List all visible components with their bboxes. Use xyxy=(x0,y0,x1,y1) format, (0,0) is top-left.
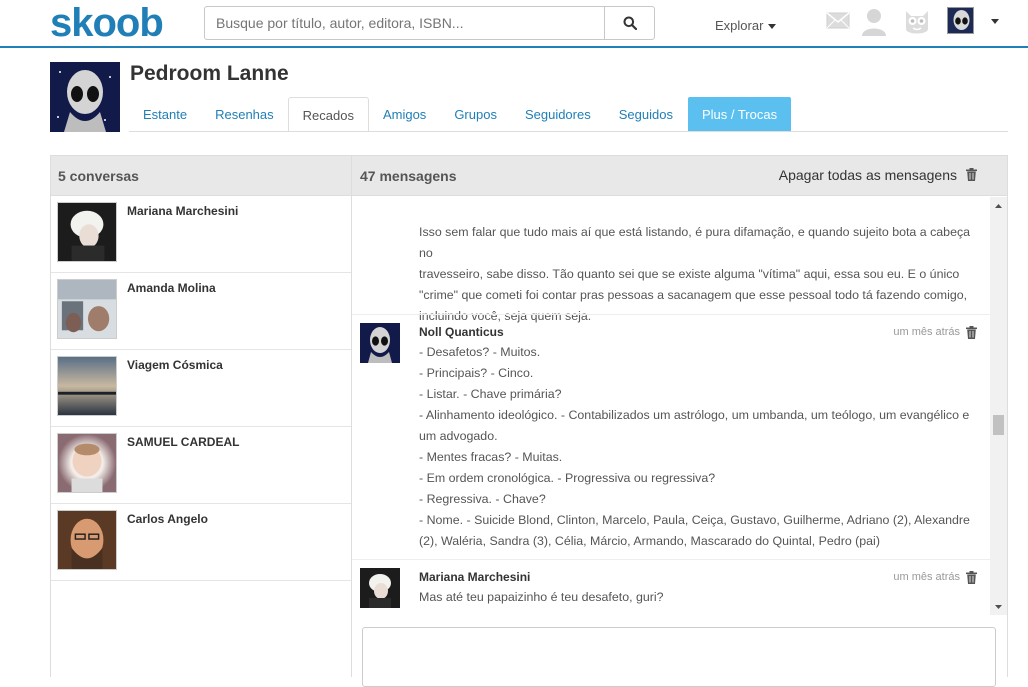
tab-amigos[interactable]: Amigos xyxy=(369,97,440,132)
message-time: um mês atrás xyxy=(893,326,960,338)
user-icon[interactable] xyxy=(860,7,888,37)
profile-name: Pedroom Lanne xyxy=(130,62,289,85)
message-avatar[interactable] xyxy=(360,323,400,363)
user-avatar[interactable] xyxy=(947,7,974,34)
messages-header: 47 mensagens Apagar todas as mensagens xyxy=(352,156,1007,196)
alien-avatar-icon xyxy=(360,323,400,363)
message-line: - Mentes fracas? - Muitas. xyxy=(419,450,563,464)
message-item: Noll Quanticus um mês atrás - Desafetos?… xyxy=(352,315,990,559)
alien-avatar-icon xyxy=(50,62,120,132)
chevron-down-icon xyxy=(768,24,777,30)
messages-scrollbar[interactable] xyxy=(990,197,1007,615)
message-body: Mas até teu papaizinho é teu desafeto, g… xyxy=(419,587,984,608)
conversation-item[interactable]: SAMUEL CARDEAL xyxy=(51,427,351,504)
top-bar: skoob Explorar xyxy=(0,0,1028,48)
explore-menu[interactable]: Explorar xyxy=(715,18,777,33)
mail-icon[interactable] xyxy=(826,12,850,29)
tab-seguidores[interactable]: Seguidores xyxy=(511,97,605,132)
search-icon xyxy=(623,16,637,30)
explore-label: Explorar xyxy=(715,18,764,33)
chevron-down-icon xyxy=(995,604,1002,609)
message-line: Isso sem falar que tudo mais aí que está… xyxy=(419,225,971,260)
profile-avatar[interactable] xyxy=(50,62,120,132)
tab-resenhas[interactable]: Resenhas xyxy=(201,97,288,132)
message-line: - Desafetos? - Muitos. xyxy=(419,345,541,359)
message-line: - Nome. - Suicide Blond, Clinton, Marcel… xyxy=(419,513,970,527)
message-line: um advogado. xyxy=(419,429,498,443)
tab-grupos[interactable]: Grupos xyxy=(440,97,511,132)
message-time: um mês atrás xyxy=(893,571,960,583)
conversation-avatar xyxy=(57,356,117,416)
conversation-item[interactable]: Amanda Molina xyxy=(51,273,351,350)
conversation-item[interactable]: Viagem Cósmica xyxy=(51,350,351,427)
message-line: - Em ordem cronológica. - Progressiva ou… xyxy=(419,471,716,485)
conversation-item[interactable]: Mariana Marchesini xyxy=(51,196,351,273)
chevron-up-icon xyxy=(995,203,1002,208)
tabs-divider xyxy=(129,131,1008,132)
conversation-name: Viagem Cósmica xyxy=(127,358,223,372)
conversation-name: Amanda Molina xyxy=(127,281,216,295)
message-continued-body: Isso sem falar que tudo mais aí que está… xyxy=(419,222,984,327)
tab-estante[interactable]: Estante xyxy=(129,97,201,132)
conversation-avatar xyxy=(57,510,117,570)
scrollbar-thumb[interactable] xyxy=(993,415,1004,435)
message-item: Mariana Marchesini um mês atrás Mas até … xyxy=(352,560,990,615)
scroll-down-arrow[interactable] xyxy=(990,598,1007,615)
reply-textarea[interactable] xyxy=(362,627,996,687)
skoob-logo[interactable]: skoob xyxy=(50,1,164,46)
profile-tabs: Estante Resenhas Recados Amigos Grupos S… xyxy=(129,97,792,132)
delete-all-link[interactable]: Apagar todas as mensagens xyxy=(779,156,957,194)
conversation-item[interactable]: Carlos Angelo xyxy=(51,504,351,581)
tab-seguidos[interactable]: Seguidos xyxy=(605,97,687,132)
message-line: - Listar. - Chave primária? xyxy=(419,387,562,401)
trash-icon[interactable] xyxy=(966,168,977,181)
alien-avatar-icon xyxy=(948,8,973,33)
trash-icon[interactable] xyxy=(966,571,977,584)
message-avatar[interactable] xyxy=(360,568,400,608)
message-line: - Principais? - Cinco. xyxy=(419,366,534,380)
messages-list[interactable]: Isso sem falar que tudo mais aí que está… xyxy=(352,197,1007,615)
message-author[interactable]: Noll Quanticus xyxy=(419,325,504,339)
message-line: (2), Waléria, Sandra (3), Célia, Márcio,… xyxy=(419,534,880,548)
messages-panel: 47 mensagens Apagar todas as mensagens I… xyxy=(351,155,1008,687)
conversations-panel: 5 conversas Mariana Marchesini Amanda Mo… xyxy=(50,155,352,677)
trash-icon[interactable] xyxy=(966,326,977,339)
messages-count: 47 mensagens xyxy=(360,168,457,184)
message-body: - Desafetos? - Muitos. - Principais? - C… xyxy=(419,342,984,552)
message-line: - Alinhamento ideológico. - Contabilizad… xyxy=(419,408,970,422)
message-line: - Regressiva. - Chave? xyxy=(419,492,546,506)
message-author[interactable]: Mariana Marchesini xyxy=(419,570,530,584)
conversation-avatar xyxy=(57,433,117,493)
message-line: Mas até teu papaizinho é teu desafeto, g… xyxy=(419,590,664,604)
message-line: travesseiro, sabe disso. Tão quanto sei … xyxy=(419,267,960,281)
conversation-avatar xyxy=(57,279,117,339)
scroll-up-arrow[interactable] xyxy=(990,197,1007,214)
conversation-name: Mariana Marchesini xyxy=(127,204,239,218)
conversation-name: SAMUEL CARDEAL xyxy=(127,435,240,449)
search-button[interactable] xyxy=(604,7,654,39)
conversation-name: Carlos Angelo xyxy=(127,512,208,526)
search-box xyxy=(204,6,655,40)
conversation-avatar xyxy=(57,202,117,262)
owl-icon[interactable] xyxy=(903,7,931,37)
message-line: "crime" que cometi foi contar pras pesso… xyxy=(419,288,968,302)
chevron-down-icon[interactable] xyxy=(991,19,999,24)
conversations-count: 5 conversas xyxy=(51,156,351,196)
tab-plus-trocas[interactable]: Plus / Trocas xyxy=(687,97,792,132)
tab-recados[interactable]: Recados xyxy=(287,97,369,132)
conversation-avatar xyxy=(360,568,400,608)
search-input[interactable] xyxy=(205,7,606,39)
